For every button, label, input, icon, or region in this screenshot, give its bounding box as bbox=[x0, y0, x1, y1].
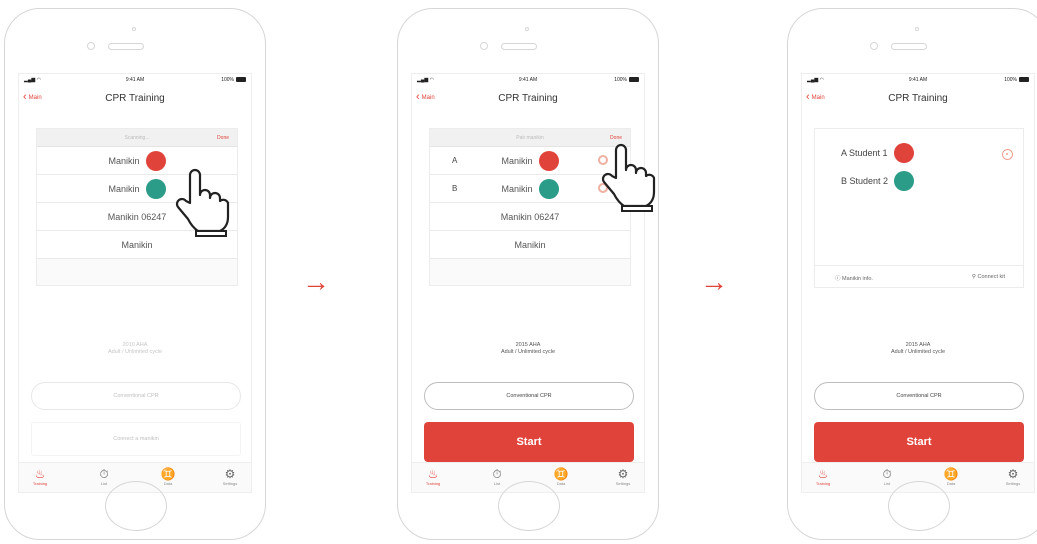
guideline-label: 2015 AHA Adult / Unlimited cycle bbox=[500, 342, 556, 355]
phone-frame-2: ▂▄▆ ◠ 9:41 AM 100% ‹ Main CPR Training Pa… bbox=[397, 8, 659, 540]
battery-status: 100% bbox=[221, 77, 246, 83]
manikin-red-indicator bbox=[893, 143, 914, 163]
slot-letter: B bbox=[452, 184, 458, 193]
arrow-right-icon: → bbox=[700, 266, 728, 297]
panel-header: Scanning... Done bbox=[37, 129, 237, 147]
page-title: CPR Training bbox=[498, 93, 558, 104]
manikin-info-button[interactable]: ⓘ Manikin info. bbox=[835, 274, 873, 282]
status-bar: ▂▄▆ ◠ 9:41 AM 100% bbox=[802, 77, 1034, 87]
battery-icon bbox=[1019, 77, 1029, 83]
manikin-teal-indicator bbox=[894, 171, 915, 191]
people-icon: ♊ bbox=[160, 467, 176, 481]
screen-3: ▂▄▆ ◠ 9:41 AM 100% ‹ Main CPR Training A … bbox=[801, 73, 1035, 493]
tab-training[interactable]: ♨ Training bbox=[418, 467, 448, 486]
tab-training[interactable]: ♨ Training bbox=[808, 467, 838, 486]
info-icon: ⓘ bbox=[835, 276, 843, 282]
nav-bar: ‹ Main CPR Training bbox=[802, 88, 1034, 110]
speaker-grill bbox=[891, 43, 927, 50]
tab-list[interactable]: ⏱ List bbox=[89, 467, 119, 486]
page-title: CPR Training bbox=[105, 93, 165, 104]
battery-status: 100% bbox=[614, 77, 639, 83]
status-time: 9:41 AM bbox=[518, 77, 538, 83]
manikin-red-indicator bbox=[145, 150, 166, 171]
tab-list[interactable]: ⏱ List bbox=[482, 467, 512, 486]
status-bar: ▂▄▆ ◠ 9:41 AM 100% bbox=[412, 77, 644, 87]
connect-manikin-button[interactable]: Connect a manikin bbox=[31, 422, 241, 456]
guideline-label: 2010 AHA Adult / Unlimited cycle bbox=[107, 342, 163, 355]
battery-status: 100% bbox=[1004, 77, 1029, 83]
page-title: CPR Training bbox=[888, 93, 948, 104]
gear-icon: ⚙ bbox=[617, 467, 629, 481]
camera-dot bbox=[915, 27, 919, 31]
connect-kit-button[interactable]: ⚲ Connect kit bbox=[972, 274, 1005, 280]
phone-frame-3: ▂▄▆ ◠ 9:41 AM 100% ‹ Main CPR Training A … bbox=[787, 8, 1037, 540]
tab-settings[interactable]: ⚙ Settings bbox=[215, 467, 245, 486]
gear-icon: ⚙ bbox=[1007, 467, 1019, 481]
phone-frame-1: ▂▄▆ ◠ 9:41 AM 100% ‹ Main CPR Training Sc… bbox=[4, 8, 266, 540]
speaker-grill bbox=[108, 43, 144, 50]
slot-letter: A bbox=[452, 156, 458, 165]
done-button[interactable]: Done bbox=[217, 135, 229, 141]
pointing-hand-icon bbox=[175, 168, 230, 237]
battery-icon bbox=[236, 77, 246, 83]
tab-settings[interactable]: ⚙ Settings bbox=[998, 467, 1028, 486]
locate-icon[interactable] bbox=[1002, 149, 1013, 160]
tab-settings[interactable]: ⚙ Settings bbox=[608, 467, 638, 486]
camera-dot bbox=[525, 27, 529, 31]
home-button bbox=[105, 481, 167, 531]
cpr-person-icon: ♨ bbox=[427, 467, 439, 481]
front-camera bbox=[870, 42, 878, 50]
screen-2: ▂▄▆ ◠ 9:41 AM 100% ‹ Main CPR Training Pa… bbox=[411, 73, 645, 493]
gear-icon: ⚙ bbox=[224, 467, 236, 481]
people-icon: ♊ bbox=[553, 467, 569, 481]
front-camera bbox=[480, 42, 488, 50]
scan-status: Scanning... bbox=[124, 135, 150, 141]
status-time: 9:41 AM bbox=[908, 77, 928, 83]
guideline-label: 2015 AHA Adult / Unlimited cycle bbox=[890, 342, 946, 355]
screen-1: ▂▄▆ ◠ 9:41 AM 100% ‹ Main CPR Training Sc… bbox=[18, 73, 252, 493]
nav-bar: ‹ Main CPR Training bbox=[412, 88, 644, 110]
tab-data[interactable]: ♊ Data bbox=[546, 467, 576, 486]
start-button[interactable]: Start bbox=[424, 422, 634, 462]
manikin-teal-indicator bbox=[538, 178, 559, 199]
mode-selector[interactable]: Conventional CPR bbox=[814, 382, 1024, 410]
battery-icon bbox=[629, 77, 639, 83]
camera-dot bbox=[132, 27, 136, 31]
manikin-row[interactable]: Manikin bbox=[430, 231, 630, 259]
tab-training[interactable]: ♨ Training bbox=[25, 467, 55, 486]
people-icon: ♊ bbox=[943, 467, 959, 481]
status-bar: ▂▄▆ ◠ 9:41 AM 100% bbox=[19, 77, 251, 87]
students-panel: A Student 1 B Student 2 ⓘ Manikin info. … bbox=[814, 128, 1024, 288]
manikin-red-indicator bbox=[538, 150, 559, 171]
stopwatch-icon: ⏱ bbox=[882, 467, 892, 481]
home-button bbox=[498, 481, 560, 531]
nav-bar: ‹ Main CPR Training bbox=[19, 88, 251, 110]
stopwatch-icon: ⏱ bbox=[492, 467, 502, 481]
start-button[interactable]: Start bbox=[814, 422, 1024, 462]
speaker-grill bbox=[501, 43, 537, 50]
tab-data[interactable]: ♊ Data bbox=[936, 467, 966, 486]
stopwatch-icon: ⏱ bbox=[99, 467, 109, 481]
pointing-hand-icon bbox=[601, 143, 656, 212]
mode-selector[interactable]: Conventional CPR bbox=[31, 382, 241, 410]
front-camera bbox=[87, 42, 95, 50]
manikin-teal-indicator bbox=[145, 178, 166, 199]
home-button bbox=[888, 481, 950, 531]
cpr-person-icon: ♨ bbox=[34, 467, 46, 481]
student-row[interactable]: B Student 2 bbox=[841, 171, 915, 191]
student-row[interactable]: A Student 1 bbox=[841, 143, 914, 163]
arrow-right-icon: → bbox=[302, 266, 330, 297]
cpr-person-icon: ♨ bbox=[817, 467, 829, 481]
tab-data[interactable]: ♊ Data bbox=[153, 467, 183, 486]
mode-selector[interactable]: Conventional CPR bbox=[424, 382, 634, 410]
tab-list[interactable]: ⏱ List bbox=[872, 467, 902, 486]
panel-footer: ⓘ Manikin info. ⚲ Connect kit bbox=[815, 265, 1023, 287]
status-time: 9:41 AM bbox=[125, 77, 145, 83]
